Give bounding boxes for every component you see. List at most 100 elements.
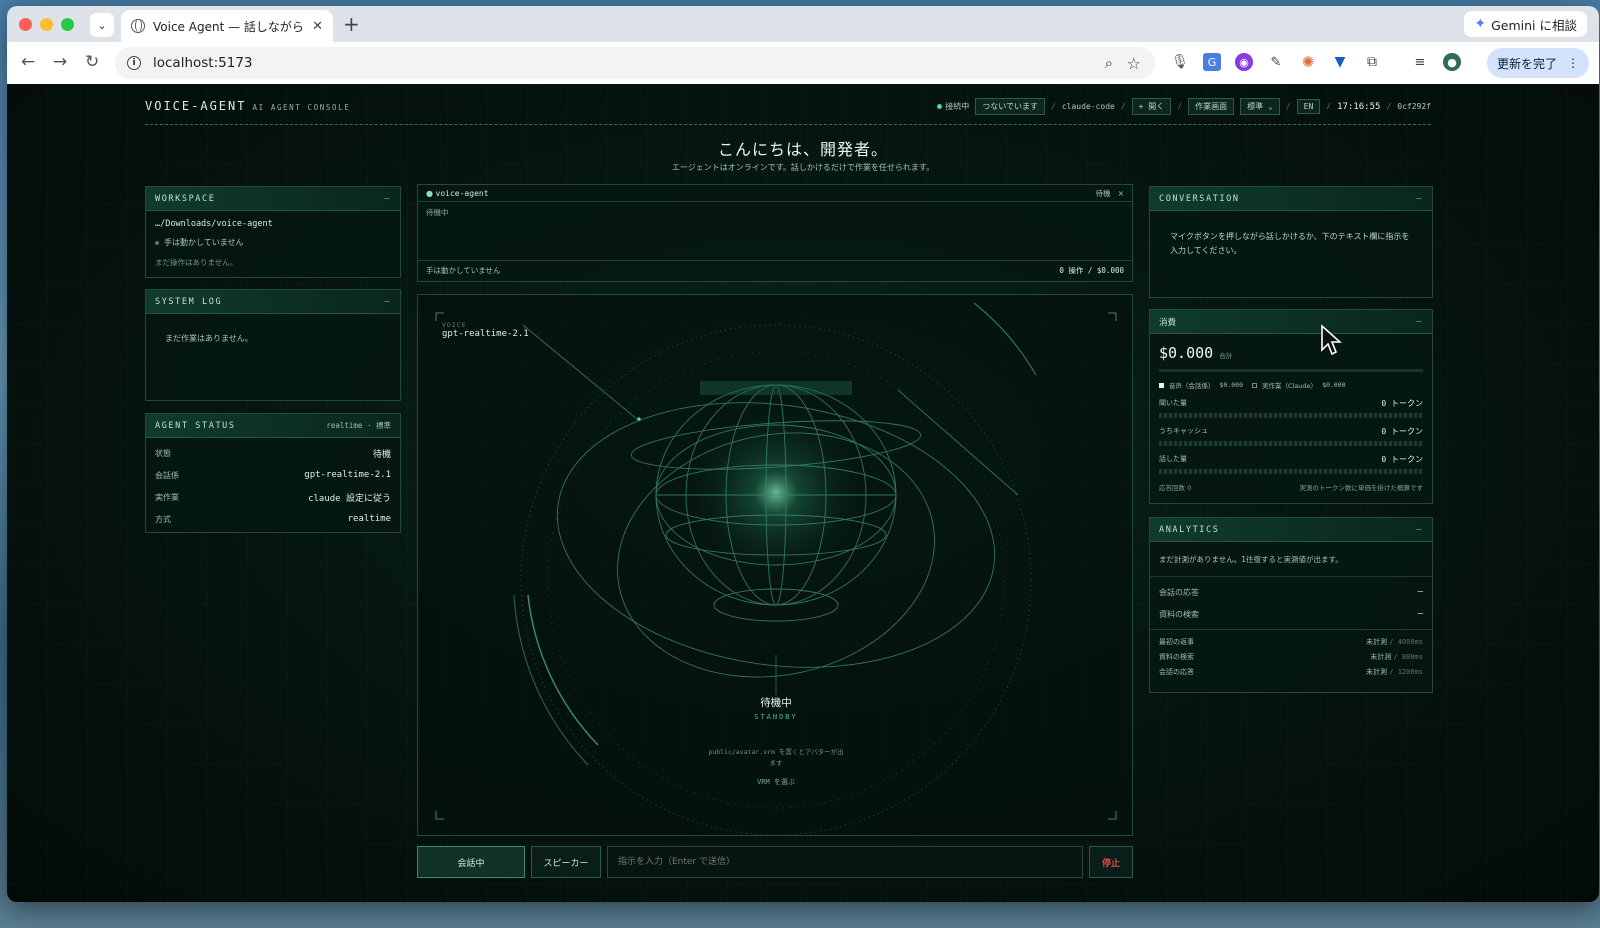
status-value: claude 設定に従う (308, 493, 391, 504)
url-field[interactable]: i localhost:5173 ⌕ ☆ (115, 47, 1155, 79)
new-tab-button[interactable]: + (343, 12, 360, 36)
update-button[interactable]: 更新を完了 ⋮ (1486, 48, 1589, 78)
stop-button[interactable]: 停止 (1089, 846, 1133, 878)
minimize-window-button[interactable] (40, 18, 53, 31)
browser-window: ⌄ Voice Agent — 話しながら開発 ✕ + ✦ Gemini に相談… (7, 6, 1599, 902)
target-row: 資料の検索 未計測 / 800ms (1150, 649, 1432, 664)
status-value: 待機 (372, 449, 391, 460)
work-cost-value: $0.000 (1322, 381, 1346, 389)
agent-status-title: AGENT STATUS (155, 420, 236, 431)
vrm-select-link[interactable]: VRM を選ぶ (418, 777, 1134, 787)
close-window-button[interactable] (19, 18, 32, 31)
target-value: 未計測 (1366, 667, 1388, 676)
cost-panel: 消費 – $0.000 合計 音声（会話係） $0.000 実作業（Claude… (1149, 309, 1433, 504)
conversation-title: CONVERSATION (1159, 193, 1240, 204)
instruction-input[interactable] (607, 846, 1083, 878)
extension-link-icon[interactable]: ✎ (1267, 53, 1285, 71)
response-count: 応答回数 0 (1159, 484, 1192, 492)
chevron-down-icon: ⌄ (97, 18, 107, 32)
reading-list-icon[interactable]: ≡ (1411, 53, 1429, 71)
token-key: うちキャッシュ (1159, 427, 1208, 435)
agent-status-panel: AGENT STATUS realtime · 標準 状態 待機 会話係 gpt-r… (145, 413, 401, 533)
zoom-icon[interactable]: ⌕ (1105, 54, 1113, 72)
analytics-empty: まだ計測がありません。1往復すると実測値が出ます。 (1150, 542, 1432, 577)
mode-select[interactable]: 標準 ⌄ (1240, 98, 1280, 115)
extension-v-icon[interactable]: ▼ (1331, 53, 1349, 71)
bookmark-star-icon[interactable]: ☆ (1127, 54, 1141, 73)
back-arrow-icon[interactable]: ← (21, 52, 35, 72)
collapse-icon[interactable]: – (1416, 317, 1423, 327)
separator: / (1051, 102, 1056, 111)
work-cost-label: 実作業（Claude） (1261, 382, 1318, 390)
status-row: 状態 待機 (146, 442, 400, 464)
agent-name: claude-code (1061, 102, 1115, 111)
agent-status-header: AGENT STATUS realtime · 標準 (146, 414, 400, 438)
separator: / (1386, 102, 1392, 111)
analytics-key: 資料の検索 (1159, 609, 1199, 619)
terminal-controls: 待機 × (1096, 188, 1124, 199)
status-key: 実作業 (155, 492, 179, 502)
conversation-panel: CONVERSATION – マイクボタンを押しながら話しかけるか、下のテキスト… (1149, 186, 1433, 298)
system-log-title: SYSTEM LOG (155, 296, 223, 307)
analytics-header: ANALYTICS – (1150, 518, 1432, 542)
terminal-footer: 手は動かしていません 0 操作 / $0.000 (418, 260, 1132, 280)
mode-select-value: 標準 (1247, 102, 1264, 111)
more-menu-icon[interactable]: ⋮ (1567, 56, 1579, 70)
talk-button[interactable]: 会話中 (417, 846, 525, 878)
status-dot-icon (937, 104, 943, 109)
analytics-key: 会話の応答 (1159, 587, 1199, 597)
work-screen-button[interactable]: 作業画面 (1188, 98, 1235, 115)
collapse-icon[interactable]: – (1416, 194, 1423, 204)
terminal-dot-icon: ● (426, 188, 433, 198)
collapse-icon[interactable]: – (384, 297, 391, 307)
microphone-icon[interactable]: 🎙 (1171, 53, 1189, 71)
tab-title: Voice Agent — 話しながら開発 (153, 19, 304, 34)
collapse-icon[interactable]: – (384, 194, 391, 204)
target-threshold: / 1200ms (1389, 667, 1423, 676)
analytics-title: ANALYTICS (1159, 524, 1220, 535)
token-row: 聞いた量 0 トークン (1150, 396, 1432, 418)
target-threshold: / 4000ms (1389, 637, 1423, 646)
terminal-header: ● voice-agent 待機 × (418, 185, 1132, 202)
brand-subtitle: AI AGENT CONSOLE (252, 103, 351, 112)
stage-state-en: STANDBY (754, 713, 798, 721)
reload-icon[interactable]: ↻ (85, 52, 99, 72)
greeting-title: こんにちは、開発者。 (717, 140, 888, 159)
brand-title: VOICE-AGENT (145, 99, 247, 113)
conversation-hint: マイクボタンを押しながら話しかけるか、下のテキスト欄に指示を入力してください。 (1170, 232, 1410, 255)
tab-bar: ⌄ Voice Agent — 話しながら開発 ✕ + ✦ Gemini に相談 (7, 6, 1599, 42)
system-log-panel: SYSTEM LOG – まだ作業はありません。 (145, 289, 401, 401)
extension-purple-icon[interactable]: ◉ (1235, 53, 1253, 71)
close-tab-icon[interactable]: ✕ (312, 19, 323, 34)
translate-extension-icon[interactable]: G (1203, 53, 1221, 71)
token-row: 話した量 0 トークン (1150, 452, 1432, 474)
gemini-button[interactable]: ✦ Gemini に相談 (1464, 11, 1587, 37)
speaker-button[interactable]: スピーカー (531, 846, 601, 878)
connection-label: 接続中 (945, 102, 970, 111)
token-value: 0 トークン (1381, 454, 1423, 464)
open-button[interactable]: + 開く (1131, 98, 1172, 115)
workspace-path: …/Downloads/voice-agent (155, 219, 273, 229)
profile-avatar-icon[interactable]: ● (1443, 53, 1461, 71)
browser-tab[interactable]: Voice Agent — 話しながら開発 ✕ (121, 10, 333, 42)
collapse-icon[interactable]: – (1416, 525, 1423, 535)
analytics-rows: 会話の応答 — 資料の検索 — (1150, 577, 1432, 630)
tab-search-button[interactable]: ⌄ (90, 13, 114, 37)
maximize-window-button[interactable] (61, 18, 74, 31)
language-toggle[interactable]: EN (1296, 99, 1321, 114)
analytics-row: 会話の応答 — (1150, 581, 1432, 603)
gemini-label: Gemini に相談 (1491, 17, 1577, 33)
chevron-down-icon: ⌄ (1267, 102, 1273, 111)
status-key: 会話係 (155, 470, 179, 480)
site-info-icon[interactable]: i (127, 56, 141, 70)
token-bar (1159, 413, 1423, 418)
terminal-title: voice-agent (435, 188, 489, 198)
cost-footer: 応答回数 0 実測のトークン数に単価を掛けた概算です (1150, 474, 1432, 492)
target-value: 未計測 (1366, 637, 1388, 646)
terminal-body: 待機中 (426, 208, 449, 217)
terminal-close-icon[interactable]: × (1118, 189, 1124, 198)
extensions-puzzle-icon[interactable]: ⧉ (1363, 53, 1381, 71)
system-log-header: SYSTEM LOG – (146, 290, 400, 314)
forward-arrow-icon[interactable]: → (53, 52, 67, 72)
extension-sparkle-icon[interactable]: ✺ (1299, 53, 1317, 71)
